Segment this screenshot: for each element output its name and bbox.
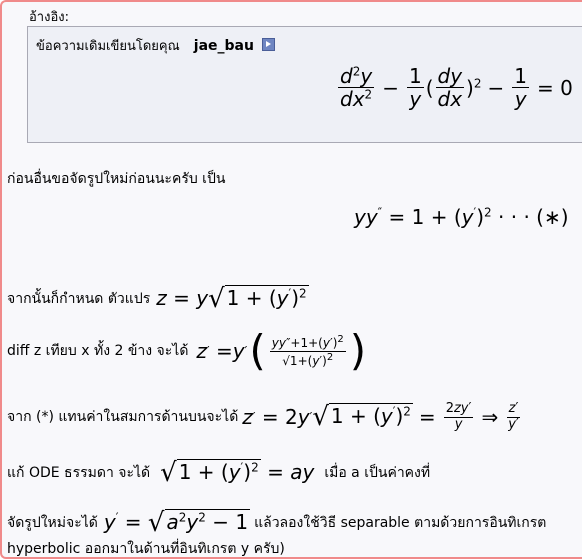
y-prime-equation: y′ = √ a2y2 − 1 (103, 508, 251, 538)
view-post-icon[interactable] (262, 38, 276, 51)
z-derivative-substituted: z ′ = 2 y ′ √ 1 + (y′)2 = 2zy′ y ⇒ z′ y′ (242, 401, 521, 432)
quote-label: อ้างอิง: (29, 10, 69, 25)
z-definition: z = y√ 1 + (y′)2 (156, 284, 309, 314)
post-line-1: ก่อนอื่นขอจัดรูปใหม่ก่อนนะครับ เป็น (7, 171, 226, 187)
post-line-6: จัดรูปใหม่จะได้ y′ = √ a2y2 − 1 แล้วลองใช… (7, 508, 546, 538)
post-line-4-text: จาก (*) แทนค่าในสมการด้านบนจะได้ (7, 409, 239, 425)
post-line-6-tail: แล้วลองใช้วิธี separable ตามด้วยการอินทิ… (254, 515, 547, 531)
post-line-7: hyperbolic ออกมาในด้านที่อินทิเกรต y ครั… (7, 541, 285, 557)
post-line-6-text: จัดรูปใหม่จะได้ (7, 515, 98, 531)
equation-star: yy″ = 1 + (y′)2 · · · (∗) (354, 205, 569, 229)
post-line-3: diff z เทียบ x ทั้ง 2 ข้าง จะได้ z ′ = y ′… (7, 330, 368, 372)
post-frame: อ้างอิง: ข้อความเดิมเขียนโดยคุณ jae_bau … (0, 0, 582, 559)
quote-origin: ข้อความเดิมเขียนโดยคุณ jae_bau (36, 35, 276, 56)
post-line-2: จากนั้นก็กำหนด ตัวแปร z = y√ 1 + (y′)2 (7, 284, 309, 314)
quote-box: ข้อความเดิมเขียนโดยคุณ jae_bau d2y dx2 − … (27, 26, 582, 143)
post-line-5-tail: เมื่อ a เป็นค่าคงที่ (324, 465, 431, 481)
z-derivative: z ′ = y ′ ( yy″+1+(y′)2 √1+(y′)2 ) (196, 326, 367, 375)
ode-solution: √ 1 + (y′)2 = ay (160, 458, 315, 488)
post-line-5: แก้ ODE ธรรมดา จะได้ √ 1 + (y′)2 = ay เมื… (7, 458, 430, 488)
post-line-2-text: จากนั้นก็กำหนด ตัวแปร (7, 291, 151, 307)
post-line-3-text: diff z เทียบ x ทั้ง 2 ข้าง จะได้ (7, 343, 189, 359)
quote-author[interactable]: jae_bau (194, 38, 254, 54)
quote-origin-prefix: ข้อความเดิมเขียนโดยคุณ (36, 39, 180, 54)
post-line-4: จาก (*) แทนค่าในสมการด้านบนจะได้ z ′ = 2y… (7, 401, 523, 432)
post-line-5-text: แก้ ODE ธรรมดา จะได้ (7, 465, 151, 481)
quote-equation: d2y dx2 − 1y ( dy dx )2 − 1y = 0 (338, 64, 573, 111)
